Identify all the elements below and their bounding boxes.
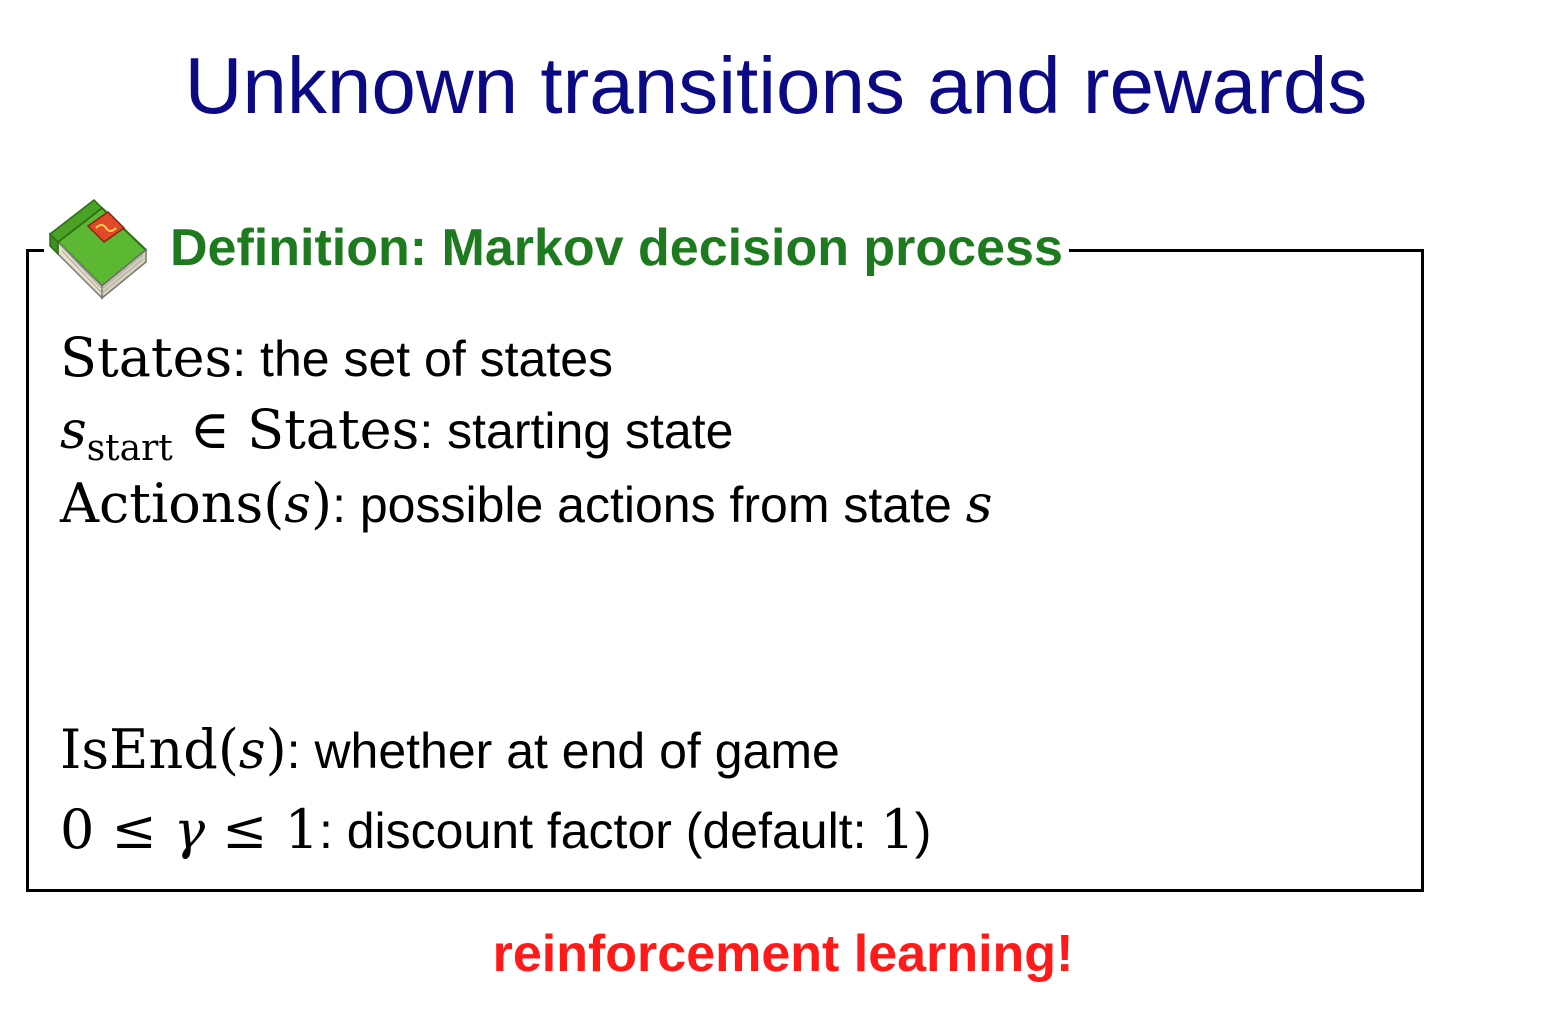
line-text: : the set of states <box>232 331 614 387</box>
math-variable-trailing: s <box>965 475 993 535</box>
math-term: Actions <box>60 472 264 535</box>
math-term: States <box>247 398 420 461</box>
math-suffix: ≤ 1 <box>205 798 319 861</box>
math-paren-open: ( <box>263 472 285 535</box>
slide-title: Unknown transitions and rewards <box>184 41 1368 130</box>
math-term: States <box>60 326 233 389</box>
line-text: : whether at end of game <box>286 723 840 779</box>
math-paren-close: ) <box>310 472 333 535</box>
math-paren-close: ) <box>265 718 287 781</box>
definition-line-isend: IsEnd(s): whether at end of game <box>60 718 840 782</box>
math-variable: s <box>238 721 266 781</box>
default-value: 1 <box>880 798 915 861</box>
definition-line-discount: 0 ≤ γ ≤ 1: discount factor (default: 1) <box>60 798 932 862</box>
footer-note: reinforcement learning! <box>492 925 1074 983</box>
line-text: : starting state <box>419 403 734 459</box>
math-variable: γ <box>173 801 206 861</box>
math-paren-open: ( <box>217 718 239 781</box>
math-variable: s <box>284 475 311 535</box>
definition-line-actions: Actions(s): possible actions from state … <box>60 472 993 536</box>
definition-header: Definition: Markov decision process <box>44 198 1069 302</box>
line-text: : possible actions from state <box>332 477 966 533</box>
book-icon <box>48 199 148 300</box>
definition-line-start-state: sstart ∈ States: starting state <box>60 398 734 470</box>
definition-title: Definition: Markov decision process <box>170 219 1063 277</box>
line-text-end: ) <box>914 803 932 859</box>
math-subscript: start <box>86 428 173 469</box>
math-term: IsEnd <box>60 718 218 781</box>
math-operator: ∈ <box>172 398 248 461</box>
math-variable: s <box>60 401 87 461</box>
definition-line-states: States: the set of states <box>60 328 613 389</box>
math-prefix: 0 ≤ <box>60 798 174 861</box>
line-text: : discount factor (default: <box>318 803 881 859</box>
